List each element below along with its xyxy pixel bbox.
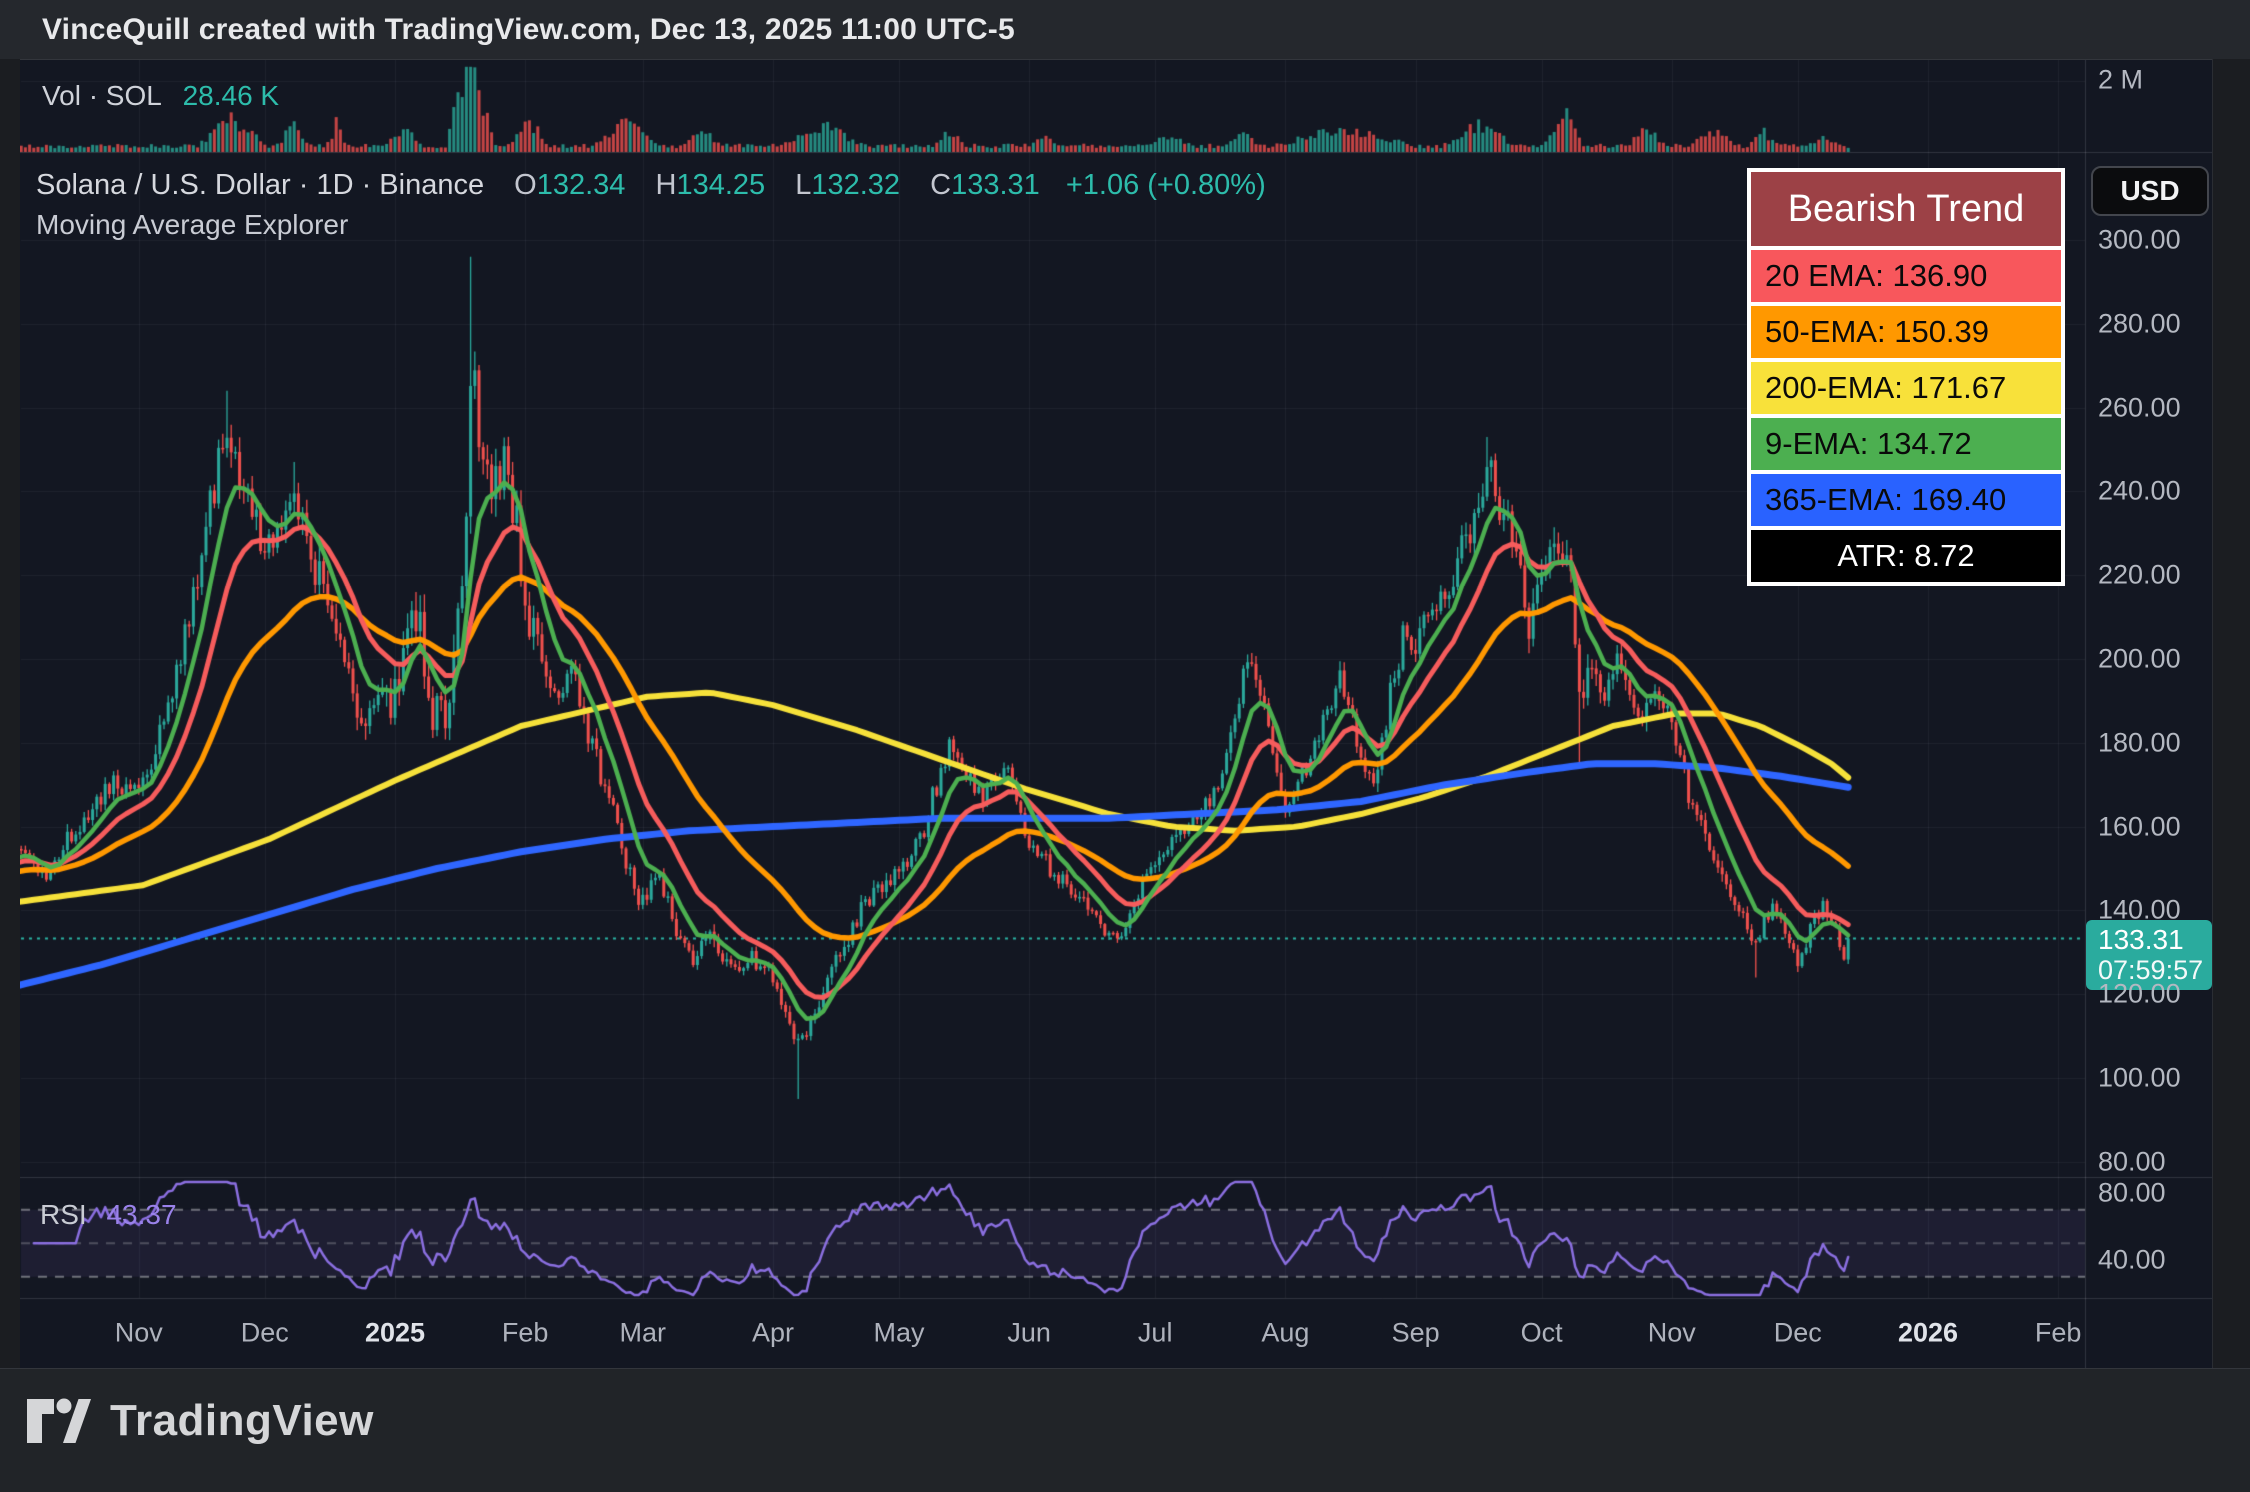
currency-toggle-button[interactable]: USD bbox=[2091, 166, 2209, 216]
rsi-value: 43.37 bbox=[106, 1199, 176, 1230]
time-axis-label: Aug bbox=[1261, 1318, 1309, 1349]
price-axis-tick: 260.00 bbox=[2098, 392, 2181, 423]
header-band: VinceQuill created with TradingView.com,… bbox=[0, 0, 2250, 60]
price-axis-tick: 240.00 bbox=[2098, 476, 2181, 507]
right-edge-strip bbox=[2212, 59, 2250, 1368]
rsi-indicator-legend[interactable]: RSI 43.37 bbox=[40, 1199, 177, 1231]
ema-legend-row: 9-EMA: 134.72 bbox=[1751, 418, 2061, 470]
volume-indicator-legend[interactable]: Vol · SOL 28.46 K bbox=[42, 80, 279, 112]
close-label: C bbox=[930, 169, 951, 201]
time-axis-label: 2026 bbox=[1898, 1318, 1958, 1349]
time-axis-label: Sep bbox=[1392, 1318, 1440, 1349]
time-axis-label: Jul bbox=[1138, 1318, 1173, 1349]
rsi-label: RSI bbox=[40, 1199, 87, 1230]
time-axis-label: Nov bbox=[115, 1318, 163, 1349]
ema-status-legend[interactable]: Bearish Trend 20 EMA: 136.9050-EMA: 150.… bbox=[1747, 168, 2065, 586]
time-axis-label: Mar bbox=[620, 1318, 667, 1349]
time-axis-label: Nov bbox=[1648, 1318, 1696, 1349]
price-axis-tick: 180.00 bbox=[2098, 727, 2181, 758]
price-axis-tick: 220.00 bbox=[2098, 560, 2181, 591]
price-axis-tick: 200.00 bbox=[2098, 644, 2181, 675]
price-axis-tick: 160.00 bbox=[2098, 811, 2181, 842]
chart-attribution-title: VinceQuill created with TradingView.com,… bbox=[42, 13, 1015, 47]
time-axis-label: May bbox=[873, 1318, 924, 1349]
tradingview-chart-screen: VinceQuill created with TradingView.com,… bbox=[0, 0, 2250, 1492]
current-price-value: 133.31 bbox=[2098, 924, 2212, 955]
time-axis-label: Feb bbox=[502, 1318, 549, 1349]
ema-legend-row: 20 EMA: 136.90 bbox=[1751, 250, 2061, 302]
high-value: 134.25 bbox=[676, 169, 765, 201]
time-axis-label: Jun bbox=[1007, 1318, 1051, 1349]
volume-value: 28.46 K bbox=[183, 80, 280, 111]
symbol-name: Solana / U.S. Dollar · 1D · Binance bbox=[36, 169, 484, 201]
time-axis-label: 2025 bbox=[365, 1318, 425, 1349]
symbol-title[interactable]: Solana / U.S. Dollar · 1D · Binance O132… bbox=[36, 169, 1266, 202]
close-value: 133.31 bbox=[951, 169, 1040, 201]
price-axis-tick: 300.00 bbox=[2098, 225, 2181, 256]
tradingview-logo-icon bbox=[26, 1398, 92, 1444]
price-axis-tick: 280.00 bbox=[2098, 308, 2181, 339]
trend-status-label: Bearish Trend bbox=[1751, 172, 2061, 246]
price-axis-tick: 140.00 bbox=[2098, 895, 2181, 926]
ema-legend-row: 365-EMA: 169.40 bbox=[1751, 474, 2061, 526]
ema-legend-row: 200-EMA: 171.67 bbox=[1751, 362, 2061, 414]
tradingview-brand-link[interactable]: TradingView bbox=[26, 1396, 374, 1446]
price-axis-tick: 80.00 bbox=[2098, 1146, 2166, 1177]
price-axis-tick: 120.00 bbox=[2098, 979, 2181, 1010]
low-label: L bbox=[795, 169, 811, 201]
time-axis-label: Apr bbox=[752, 1318, 794, 1349]
rsi-axis-tick: 40.00 bbox=[2098, 1245, 2166, 1276]
left-edge-strip bbox=[0, 59, 20, 1368]
atr-value-label: ATR: 8.72 bbox=[1751, 530, 2061, 582]
high-label: H bbox=[655, 169, 676, 201]
volume-indicator-label: Vol · SOL bbox=[42, 80, 161, 111]
time-axis-label: Dec bbox=[241, 1318, 289, 1349]
price-axis-tick: 100.00 bbox=[2098, 1063, 2181, 1094]
rsi-axis-tick: 80.00 bbox=[2098, 1178, 2166, 1209]
open-value: 132.34 bbox=[537, 169, 626, 201]
time-axis-label: Dec bbox=[1774, 1318, 1822, 1349]
volume-axis-tick: 2 M bbox=[2098, 65, 2143, 96]
time-axis-label: Oct bbox=[1521, 1318, 1563, 1349]
time-axis-label: Feb bbox=[2035, 1318, 2082, 1349]
indicator-title[interactable]: Moving Average Explorer bbox=[36, 209, 348, 241]
change-value: +1.06 (+0.80%) bbox=[1066, 169, 1266, 201]
low-value: 132.32 bbox=[811, 169, 900, 201]
open-label: O bbox=[514, 169, 537, 201]
ema-legend-row: 50-EMA: 150.39 bbox=[1751, 306, 2061, 358]
brand-name: TradingView bbox=[110, 1396, 374, 1446]
